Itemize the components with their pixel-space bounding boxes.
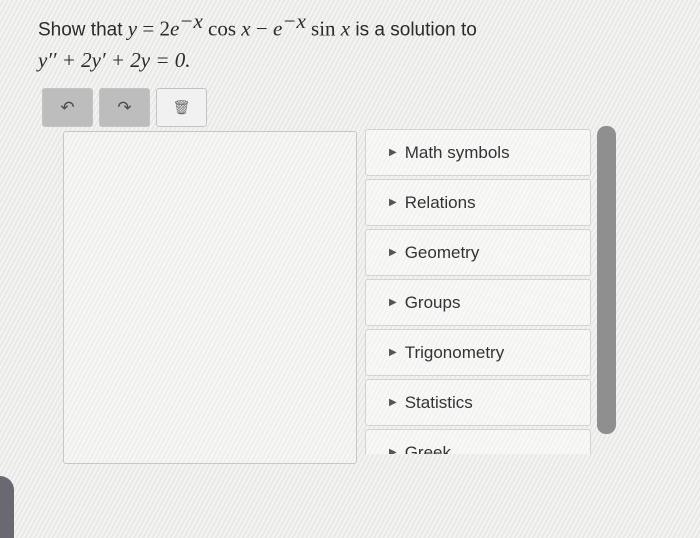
- expand-triangle-icon: ▶: [389, 447, 397, 454]
- expand-triangle-icon: ▶: [389, 247, 397, 258]
- math-e1: e: [169, 16, 180, 41]
- answer-input-area[interactable]: [63, 131, 357, 464]
- expand-triangle-icon: ▶: [389, 347, 397, 358]
- palette-item-math-symbols[interactable]: ▶ Math symbols: [365, 129, 591, 176]
- redo-button[interactable]: ↷: [99, 88, 150, 127]
- palette-item-statistics[interactable]: ▶ Statistics: [365, 379, 591, 426]
- question-suffix: is a solution to: [350, 19, 477, 41]
- palette-item-label: Greek: [404, 442, 451, 455]
- undo-button[interactable]: ↶: [42, 88, 93, 127]
- question-prefix: Show that: [38, 19, 128, 41]
- math-exp1: −x: [179, 9, 203, 33]
- background-object: [0, 476, 14, 538]
- math-x1: x: [241, 16, 251, 41]
- palette-scrollbar[interactable]: [597, 126, 616, 434]
- expand-triangle-icon: ▶: [389, 297, 397, 308]
- redo-icon: ↷: [117, 97, 132, 117]
- palette-item-label: Statistics: [404, 392, 473, 412]
- symbol-palette: ▶ Math symbols ▶ Relations ▶ Geometry ▶ Grou…: [365, 129, 591, 454]
- math-x2: x: [340, 16, 351, 41]
- undo-icon: ↶: [60, 97, 75, 117]
- question-text: Show that y = 2e−x cos x − e−x sin x is …: [38, 6, 477, 75]
- expand-triangle-icon: ▶: [389, 147, 397, 158]
- palette-item-greek[interactable]: ▶ Greek: [365, 429, 591, 454]
- palette-item-label: Relations: [404, 192, 476, 212]
- editor-toolbar: ↶ ↷ 🗑: [42, 88, 207, 127]
- delete-button[interactable]: 🗑: [156, 88, 207, 127]
- palette-item-label: Math symbols: [404, 142, 510, 162]
- palette-item-label: Geometry: [404, 242, 480, 262]
- math-cos: cos: [202, 16, 242, 41]
- palette-item-relations[interactable]: ▶ Relations: [365, 179, 591, 226]
- palette-item-label: Groups: [404, 292, 461, 312]
- math-exp2: −x: [282, 9, 306, 33]
- trash-icon: 🗑: [172, 99, 191, 115]
- math-sin: sin: [305, 16, 341, 41]
- question-line-1: Show that y = 2e−x cos x − e−x sin x is …: [38, 6, 477, 45]
- math-y: y: [127, 16, 138, 41]
- math-minus: −: [250, 16, 273, 41]
- expand-triangle-icon: ▶: [389, 197, 397, 208]
- palette-item-groups[interactable]: ▶ Groups: [365, 279, 591, 326]
- palette-item-geometry[interactable]: ▶ Geometry: [365, 229, 591, 276]
- math-eq: = 2: [137, 16, 170, 41]
- palette-item-trigonometry[interactable]: ▶ Trigonometry: [365, 329, 591, 376]
- expand-triangle-icon: ▶: [389, 397, 397, 408]
- math-e2: e: [272, 16, 283, 41]
- palette-item-label: Trigonometry: [404, 342, 505, 362]
- question-line-2: y′′ + 2y′ + 2y = 0.: [38, 48, 191, 73]
